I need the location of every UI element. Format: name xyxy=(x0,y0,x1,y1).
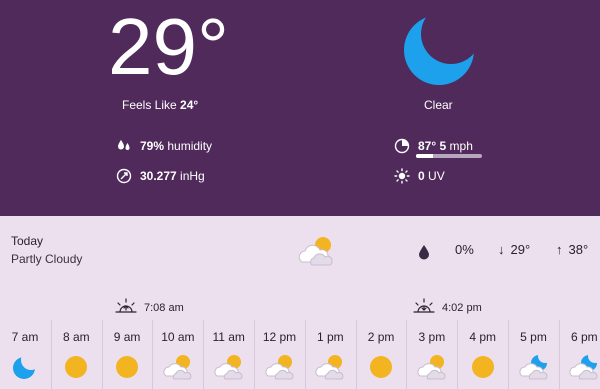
partly-cloudy-icon xyxy=(315,355,344,380)
hourly-item[interactable]: 10 am xyxy=(152,320,202,389)
pressure-value: 30.277 xyxy=(140,169,177,183)
hourly-time: 12 pm xyxy=(262,330,297,344)
arrow-down-icon: ↓ xyxy=(498,242,505,257)
sun-icon xyxy=(394,168,410,184)
wind-speed: 5 xyxy=(439,139,447,153)
today-condition: Partly Cloudy xyxy=(11,252,83,266)
precipitation-chance: 0% xyxy=(455,242,474,257)
sunset-time: 4:02 pm xyxy=(442,302,482,314)
pressure-unit: inHg xyxy=(180,169,205,183)
moon-cloudy-icon xyxy=(519,355,547,380)
hourly-item[interactable]: 11 am xyxy=(203,320,253,389)
moon-icon xyxy=(404,15,474,85)
hourly-time: 3 pm xyxy=(418,330,446,344)
hourly-time: 11 am xyxy=(212,330,245,344)
sunrise: 7:08 am xyxy=(114,298,184,314)
wind-speed-bar xyxy=(416,154,482,158)
wind-metric: 87° 5 mph xyxy=(394,138,473,154)
hourly-item[interactable]: 1 pm xyxy=(304,320,355,389)
high-temperature: ↑ 38° xyxy=(556,242,588,257)
pressure-metric: 30.277 inHg xyxy=(116,168,205,184)
hourly-time: 1 pm xyxy=(316,330,344,344)
current-condition: Clear xyxy=(424,98,453,112)
sun-icon xyxy=(65,356,88,378)
moon-icon xyxy=(13,357,35,379)
hourly-time: 5 pm xyxy=(520,330,547,344)
uv-label: UV xyxy=(428,169,445,183)
sunset: 4:02 pm xyxy=(412,298,482,314)
uv-value: 0 xyxy=(418,169,425,183)
sunset-icon xyxy=(413,298,435,313)
raindrop-icon xyxy=(419,245,429,260)
sun-icon xyxy=(116,356,139,378)
feels-like-value: 24° xyxy=(180,98,199,112)
high-temperature-value: 38° xyxy=(568,242,589,257)
hourly-item[interactable]: 9 am xyxy=(101,320,152,389)
hourly-time: 10 am xyxy=(161,330,195,344)
hourly-item[interactable]: 2 pm xyxy=(355,320,406,389)
pressure-gauge-icon xyxy=(116,168,132,184)
hourly-time: 8 am xyxy=(62,330,90,344)
wind-unit: mph xyxy=(449,139,473,153)
arrow-up-icon: ↑ xyxy=(556,242,563,257)
current-temperature: 29° xyxy=(108,2,229,91)
hourly-item[interactable]: 6 pm xyxy=(558,320,600,389)
partly-cloudy-icon xyxy=(417,355,446,380)
partly-cloudy-icon xyxy=(298,237,333,266)
hourly-time: 7 am xyxy=(11,330,39,344)
partly-cloudy-icon xyxy=(214,355,243,380)
feels-like-label: Feels Like xyxy=(122,98,177,112)
hourly-item[interactable]: 7 am xyxy=(0,320,50,389)
sun-icon xyxy=(471,356,494,378)
low-temperature: ↓ 29° xyxy=(498,242,530,257)
partly-cloudy-icon xyxy=(265,355,293,380)
current-conditions-panel: 29° Feels Like 24° Clear 79% humidity 30… xyxy=(0,0,600,216)
hourly-item[interactable]: 4 pm xyxy=(457,320,507,389)
partly-cloudy-icon xyxy=(163,355,192,380)
hourly-item[interactable]: 5 pm xyxy=(508,320,558,389)
hourly-time: 9 am xyxy=(113,330,141,344)
moon-cloudy-icon xyxy=(569,355,598,380)
humidity-icon xyxy=(118,140,130,150)
hourly-time: 4 pm xyxy=(469,330,497,344)
feels-like: Feels Like 24° xyxy=(122,98,198,112)
hourly-item[interactable]: 12 pm xyxy=(254,320,304,389)
humidity-metric: 79% humidity xyxy=(116,138,212,154)
hourly-time: 6 pm xyxy=(570,330,598,344)
humidity-label: humidity xyxy=(167,139,213,153)
wind-direction-icon xyxy=(394,138,410,154)
hourly-time: 2 pm xyxy=(367,330,395,344)
uv-metric: 0 UV xyxy=(394,168,445,184)
wind-direction: 87° xyxy=(418,139,437,153)
sun-icon xyxy=(370,356,393,378)
today-label: Today xyxy=(11,234,44,248)
sunrise-icon xyxy=(115,298,137,313)
wind-speed-bar-fill xyxy=(416,154,433,158)
humidity-value: 79% xyxy=(140,139,165,153)
hourly-item[interactable]: 3 pm xyxy=(406,320,456,389)
low-temperature-value: 29° xyxy=(510,242,531,257)
sunrise-time: 7:08 am xyxy=(144,302,184,314)
hourly-item[interactable]: 8 am xyxy=(50,320,101,389)
hourly-forecast: 7 am 8 am 9 am 10 am 11 am 12 pm 1 pm 2 pm 3 pm 4… xyxy=(0,320,600,389)
